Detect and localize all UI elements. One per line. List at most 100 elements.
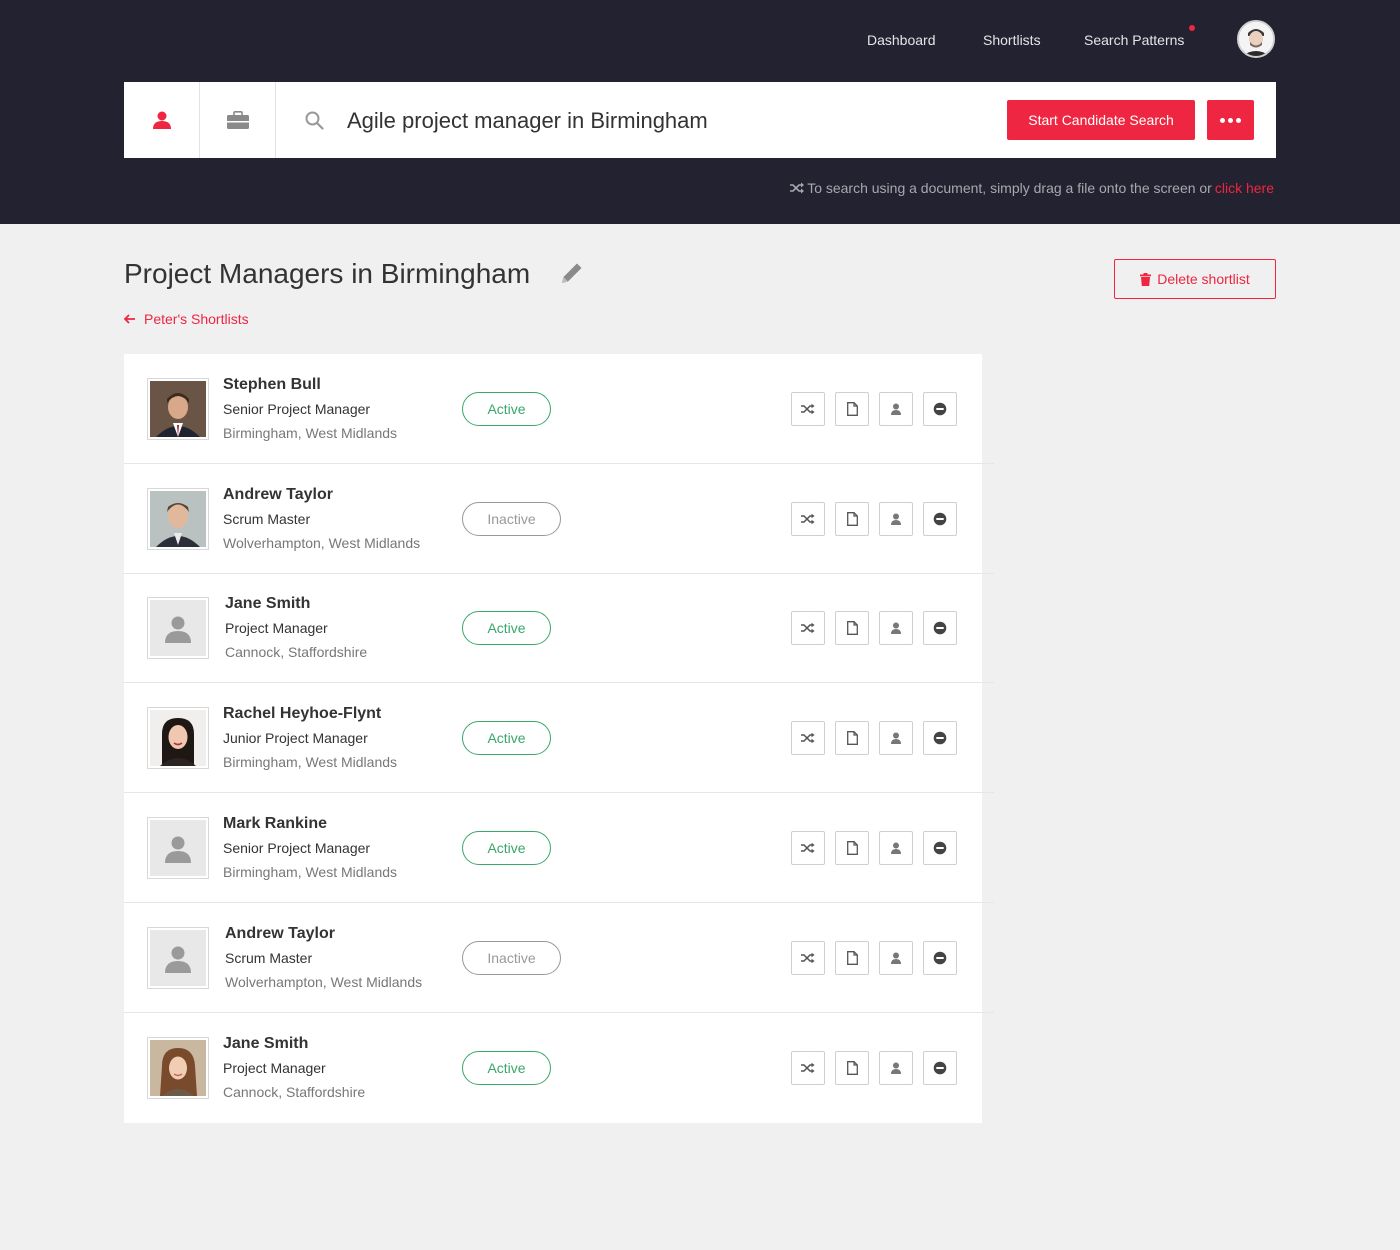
document-icon [846, 841, 858, 855]
remove-icon [933, 402, 947, 416]
shuffle-icon [790, 182, 805, 194]
view-profile-button[interactable] [879, 502, 913, 536]
candidate-name[interactable]: Rachel Heyhoe-Flynt [223, 705, 381, 723]
tab-candidates[interactable] [124, 82, 200, 158]
user-avatar[interactable] [1237, 20, 1275, 58]
view-cv-button[interactable] [835, 392, 869, 426]
shuffle-icon [801, 622, 815, 634]
view-profile-button[interactable] [879, 831, 913, 865]
person-placeholder-icon [165, 946, 191, 973]
view-cv-button[interactable] [835, 721, 869, 755]
candidate-job-title: Senior Project Manager [223, 840, 371, 856]
profile-icon [890, 842, 902, 854]
nav-search-patterns[interactable]: Search Patterns [1084, 32, 1184, 48]
candidate-name[interactable]: Jane Smith [223, 1035, 308, 1053]
candidate-job-title: Junior Project Manager [223, 730, 368, 746]
shuffle-button[interactable] [791, 502, 825, 536]
candidate-name[interactable]: Jane Smith [225, 595, 310, 613]
view-profile-button[interactable] [879, 611, 913, 645]
remove-button[interactable] [923, 611, 957, 645]
shuffle-button[interactable] [791, 611, 825, 645]
status-badge[interactable]: Active [462, 611, 551, 645]
profile-icon [890, 403, 902, 415]
remove-button[interactable] [923, 392, 957, 426]
back-link-label: Peter's Shortlists [144, 311, 249, 327]
remove-icon [933, 841, 947, 855]
top-header: Dashboard Shortlists Search Patterns Agi… [0, 0, 1400, 224]
status-badge[interactable]: Active [462, 392, 551, 426]
view-cv-button[interactable] [835, 611, 869, 645]
candidate-photo[interactable] [147, 488, 209, 550]
remove-button[interactable] [923, 941, 957, 975]
shuffle-button[interactable] [791, 1051, 825, 1085]
candidate-row[interactable]: Jane Smith Project Manager Cannock, Staffo… [124, 1013, 982, 1123]
candidate-photo[interactable] [147, 817, 209, 879]
search-input[interactable]: Agile project manager in Birmingham [347, 108, 708, 134]
tab-jobs[interactable] [200, 82, 276, 158]
view-cv-button[interactable] [835, 941, 869, 975]
start-search-button[interactable]: Start Candidate Search [1007, 100, 1195, 140]
candidate-name[interactable]: Mark Rankine [223, 815, 327, 833]
document-icon [846, 402, 858, 416]
status-badge[interactable]: Inactive [462, 941, 561, 975]
candidate-row[interactable]: Andrew Taylor Scrum Master Wolverhampton, … [124, 464, 994, 574]
shuffle-icon [801, 513, 815, 525]
view-profile-button[interactable] [879, 721, 913, 755]
shuffle-icon [801, 403, 815, 415]
search-bar: Agile project manager in Birmingham Star… [124, 82, 1276, 158]
candidate-photo[interactable] [147, 597, 209, 659]
status-badge[interactable]: Active [462, 721, 551, 755]
search-icon [305, 111, 324, 135]
candidate-row[interactable]: Jane Smith Project Manager Cannock, Staffo… [124, 573, 994, 683]
candidate-photo[interactable] [147, 707, 209, 769]
status-badge[interactable]: Active [462, 1051, 551, 1085]
nav-dashboard[interactable]: Dashboard [867, 32, 936, 48]
remove-icon [933, 1061, 947, 1075]
document-icon [846, 512, 858, 526]
view-profile-button[interactable] [879, 392, 913, 426]
candidate-name[interactable]: Andrew Taylor [225, 925, 335, 943]
remove-button[interactable] [923, 1051, 957, 1085]
status-badge[interactable]: Active [462, 831, 551, 865]
view-cv-button[interactable] [835, 1051, 869, 1085]
candidate-job-title: Scrum Master [223, 511, 311, 527]
candidate-name[interactable]: Stephen Bull [223, 376, 321, 394]
view-profile-button[interactable] [879, 1051, 913, 1085]
profile-icon [890, 622, 902, 634]
candidate-photo[interactable] [147, 378, 209, 440]
nav-shortlists[interactable]: Shortlists [983, 32, 1041, 48]
person-placeholder-icon [165, 836, 191, 863]
shuffle-button[interactable] [791, 721, 825, 755]
shuffle-button[interactable] [791, 392, 825, 426]
view-cv-button[interactable] [835, 831, 869, 865]
candidate-row[interactable]: Mark Rankine Senior Project Manager Birmin… [124, 793, 994, 903]
more-options-button[interactable] [1207, 100, 1254, 140]
candidate-location: Cannock, Staffordshire [223, 1084, 366, 1100]
briefcase-icon [226, 111, 249, 129]
candidate-location: Wolverhampton, West Midlands [225, 974, 423, 990]
document-icon [846, 951, 858, 965]
edit-title-icon[interactable] [559, 260, 585, 291]
delete-shortlist-label: Delete shortlist [1157, 271, 1250, 287]
candidate-photo[interactable] [147, 927, 209, 989]
remove-button[interactable] [923, 502, 957, 536]
view-cv-button[interactable] [835, 502, 869, 536]
upload-click-here-link[interactable]: click here [1215, 180, 1274, 196]
shuffle-button[interactable] [791, 831, 825, 865]
delete-shortlist-button[interactable]: Delete shortlist [1114, 259, 1276, 299]
candidate-row[interactable]: Stephen Bull Senior Project Manager Birmin… [124, 354, 994, 464]
remove-button[interactable] [923, 831, 957, 865]
candidate-job-title: Project Manager [225, 620, 328, 636]
remove-button[interactable] [923, 721, 957, 755]
shuffle-button[interactable] [791, 941, 825, 975]
view-profile-button[interactable] [879, 941, 913, 975]
candidate-photo[interactable] [147, 1037, 209, 1099]
user-avatar-icon [1239, 22, 1273, 56]
remove-icon [933, 731, 947, 745]
back-to-shortlists-link[interactable]: Peter's Shortlists [124, 311, 249, 327]
candidate-name[interactable]: Andrew Taylor [223, 486, 333, 504]
upload-hint-text: To search using a document, simply drag … [807, 180, 1212, 196]
candidate-row[interactable]: Andrew Taylor Scrum Master Wolverhampton, … [124, 903, 994, 1013]
candidate-row[interactable]: Rachel Heyhoe-Flynt Junior Project Manage… [124, 683, 994, 793]
status-badge[interactable]: Inactive [462, 502, 561, 536]
